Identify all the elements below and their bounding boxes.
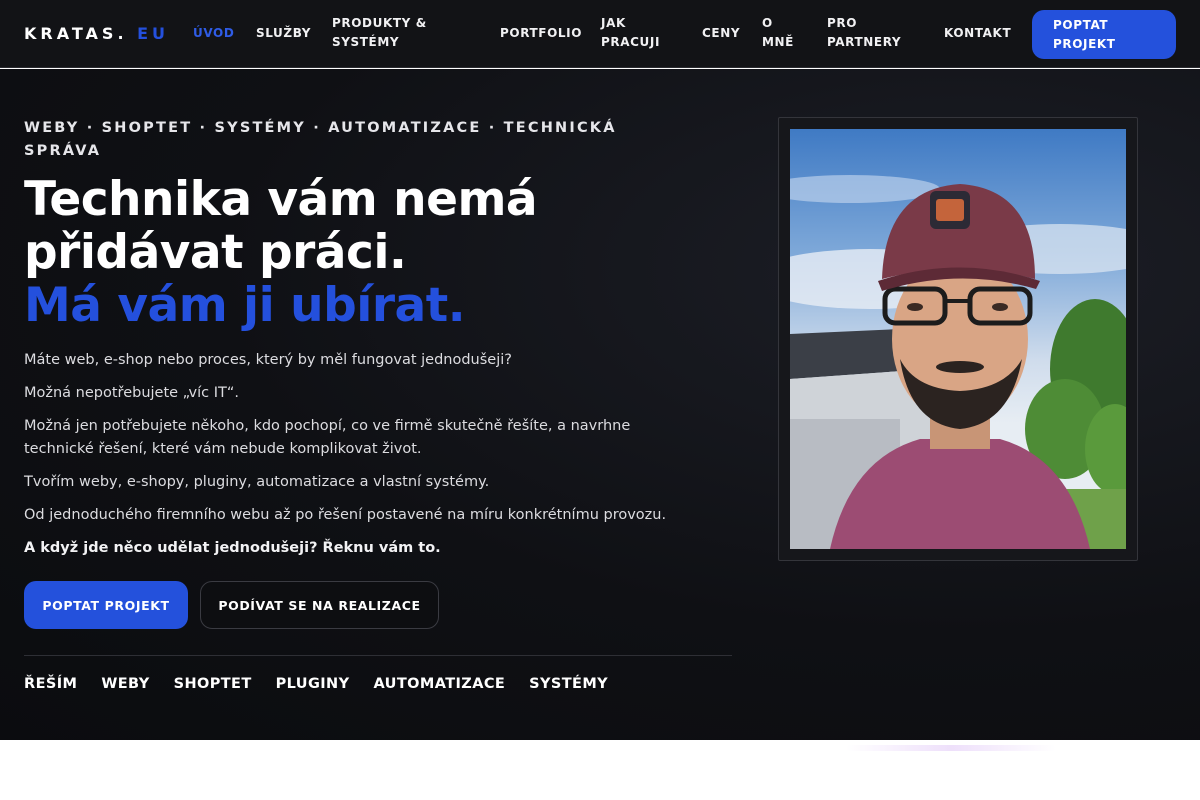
- hero-paragraph-3: Možná jen potřebujete někoho, kdo pochop…: [24, 418, 631, 457]
- headline-accent: Má vám ji ubírat.: [24, 278, 466, 333]
- nav-item-kontakt[interactable]: KONTAKT: [944, 24, 1011, 43]
- hero-paragraph-5: Od jednoduchého firemního webu až po řeš…: [24, 507, 667, 523]
- hero-closing: A když jde něco udělat jednodušeji? Řekn…: [24, 540, 441, 556]
- profile-photo-illustration: [790, 175, 1126, 549]
- hero-paragraph-4: Tvořím weby, e-shopy, pluginy, automatiz…: [24, 474, 490, 490]
- hero-paragraph-2: Možná nepotřebujete „víc IT“.: [24, 385, 239, 401]
- decorative-glow: [846, 745, 1056, 751]
- profile-photo: [790, 129, 1126, 549]
- nav-item-portfolio[interactable]: PORTFOLIO: [500, 24, 582, 43]
- hero-divider: [24, 655, 732, 656]
- nav-item-pro-partnery[interactable]: PRO PARTNERY: [827, 14, 917, 52]
- hero-paragraph-1: Máte web, e-shop nebo proces, který by m…: [24, 352, 512, 368]
- service-tags: ŘEŠÍM WEBY SHOPTET PLUGINY AUTOMATIZACE …: [24, 676, 608, 692]
- headline-line-2: přidávat práci.: [24, 225, 407, 280]
- tag-pluginy: PLUGINY: [275, 676, 350, 692]
- nav-item-ceny[interactable]: CENY: [702, 24, 740, 43]
- hero-section: WEBY · SHOPTET · SYSTÉMY · AUTOMATIZACE …: [0, 69, 1200, 740]
- headline-line-1: Technika vám nemá: [24, 172, 538, 227]
- tag-automatizace: AUTOMATIZACE: [373, 676, 506, 692]
- nav-item-produkty[interactable]: PRODUKTY & SYSTÉMY: [332, 14, 444, 52]
- top-navigation: KRATAS. EU ÚVOD SLUŽBY PRODUKTY & SYSTÉM…: [0, 0, 1200, 68]
- brand-name: KRATAS.: [24, 24, 128, 43]
- brand-logo[interactable]: KRATAS. EU: [24, 24, 169, 43]
- profile-photo-frame: [778, 117, 1138, 561]
- tag-shoptet: SHOPTET: [173, 676, 252, 692]
- nav-cta-button[interactable]: POPTAT PROJEKT: [1032, 10, 1176, 59]
- tag-weby: WEBY: [101, 676, 150, 692]
- nav-item-uvod[interactable]: ÚVOD: [193, 24, 234, 43]
- request-project-button[interactable]: POPTAT PROJEKT: [24, 581, 188, 629]
- hero-headline: Technika vám nemá přidávat práci. Má vám…: [24, 173, 724, 332]
- tag-resim: ŘEŠÍM: [24, 676, 78, 692]
- nav-item-jak-pracuji[interactable]: JAK PRACUJI: [601, 14, 673, 52]
- hero-kicker: WEBY · SHOPTET · SYSTÉMY · AUTOMATIZACE …: [24, 120, 617, 159]
- tag-systemy: SYSTÉMY: [529, 676, 609, 692]
- nav-item-o-mne[interactable]: O MNĚ: [762, 14, 802, 52]
- nav-item-sluzby[interactable]: SLUŽBY: [256, 24, 311, 43]
- brand-tld: EU: [137, 24, 170, 43]
- view-portfolio-button[interactable]: PODÍVAT SE NA REALIZACE: [200, 581, 439, 629]
